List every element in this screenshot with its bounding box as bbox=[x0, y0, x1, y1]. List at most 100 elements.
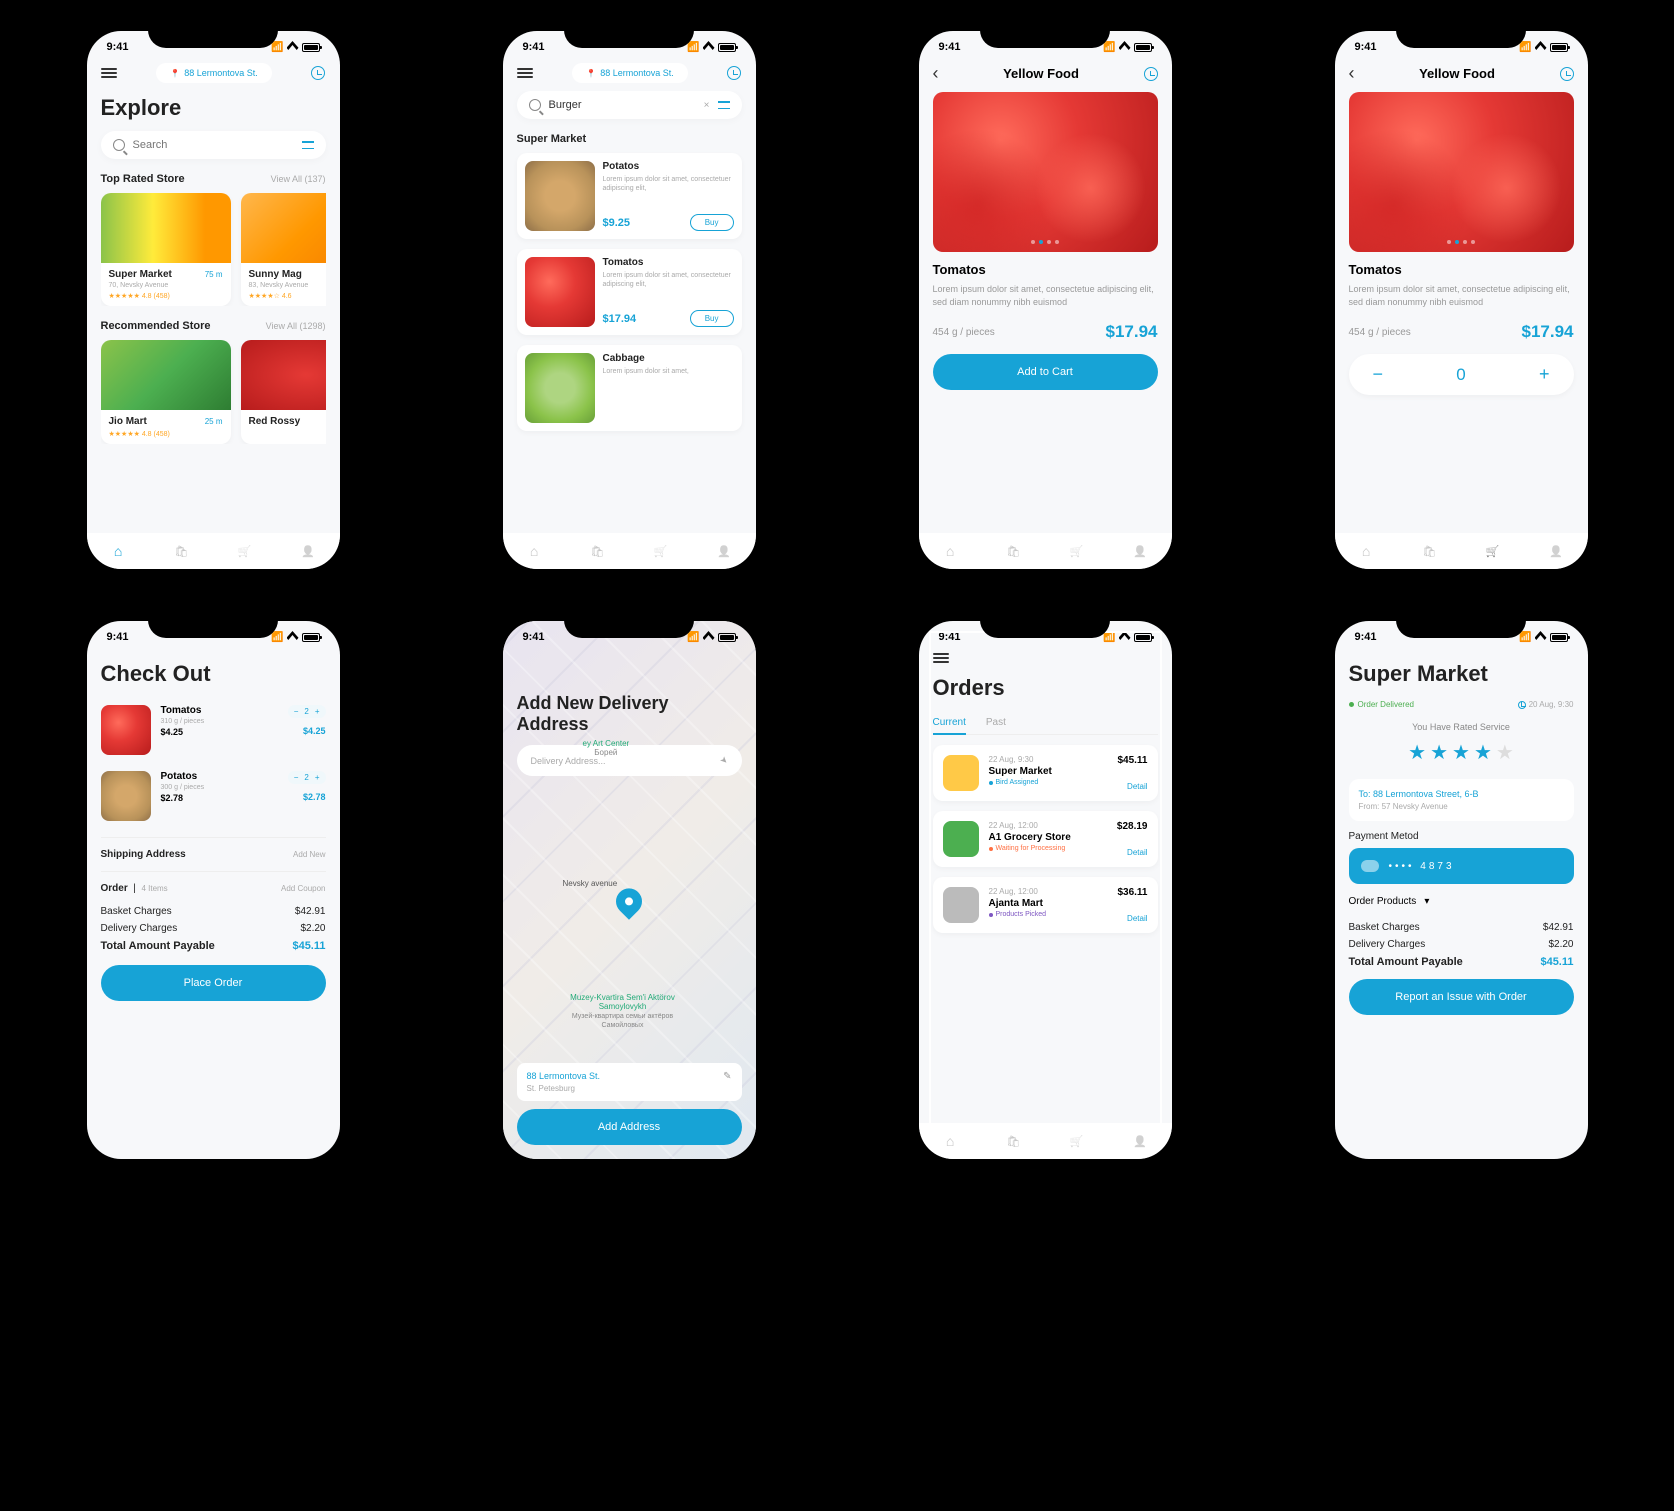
nav-cart-icon[interactable] bbox=[653, 543, 669, 559]
store-name: Red Rossy bbox=[249, 416, 301, 427]
qty-minus-icon[interactable]: − bbox=[294, 773, 299, 782]
back-icon[interactable]: ‹ bbox=[1349, 63, 1355, 84]
nav-user-icon[interactable] bbox=[716, 543, 732, 559]
store-card[interactable]: Sunny Mag 83, Nevsky Avenue ★★★★☆ 4.6 bbox=[241, 193, 326, 306]
nav-bag-icon[interactable] bbox=[1421, 543, 1437, 559]
history-icon[interactable] bbox=[727, 66, 741, 80]
battery-icon bbox=[302, 633, 320, 642]
place-order-button[interactable]: Place Order bbox=[101, 965, 326, 1001]
address-pill[interactable]: 88 Lermontova St. bbox=[572, 63, 688, 83]
statusbar: 9:41 bbox=[87, 31, 340, 59]
nav-cart-icon[interactable] bbox=[1069, 543, 1085, 559]
map-pin-icon[interactable] bbox=[611, 883, 648, 920]
payment-card[interactable]: •••• 4873 bbox=[1349, 848, 1574, 884]
statusbar: 9:41 bbox=[503, 31, 756, 59]
phone-order-detail: 9:41 Super Market Order Delivered 20 Aug… bbox=[1324, 610, 1599, 1170]
rating-stars[interactable]: ★ ★ ★ ★ ★ bbox=[1349, 740, 1574, 765]
filter-icon[interactable] bbox=[302, 140, 314, 150]
nav-bag-icon[interactable] bbox=[1005, 1133, 1021, 1149]
nav-cart-icon[interactable] bbox=[1485, 543, 1501, 559]
product-name: Tomatos bbox=[603, 257, 734, 268]
addr-line: 88 Lermontova St. bbox=[527, 1071, 601, 1082]
qty-plus-button[interactable]: + bbox=[1539, 364, 1550, 385]
order-products-toggle[interactable]: Order Products ▾ bbox=[1349, 896, 1574, 907]
add-new-address[interactable]: Add New bbox=[293, 850, 325, 859]
filter-icon[interactable] bbox=[718, 100, 730, 110]
search-input[interactable] bbox=[549, 99, 696, 111]
report-issue-button[interactable]: Report an Issue with Order bbox=[1349, 979, 1574, 1015]
nav-user-icon[interactable] bbox=[1132, 1133, 1148, 1149]
add-coupon[interactable]: Add Coupon bbox=[281, 884, 325, 893]
menu-icon[interactable] bbox=[101, 68, 117, 78]
product-weight: 454 g / pieces bbox=[1349, 327, 1411, 338]
nav-bag-icon[interactable] bbox=[173, 543, 189, 559]
nav-cart-icon[interactable] bbox=[237, 543, 253, 559]
nav-user-icon[interactable] bbox=[300, 543, 316, 559]
product-card[interactable]: Potatos Lorem ipsum dolor sit amet, cons… bbox=[517, 153, 742, 239]
product-hero-image[interactable] bbox=[933, 92, 1158, 252]
product-card[interactable]: Cabbage Lorem ipsum dolor sit amet, bbox=[517, 345, 742, 431]
edit-icon[interactable]: ✎ bbox=[723, 1071, 731, 1082]
nav-home-icon[interactable] bbox=[942, 1133, 958, 1149]
add-to-cart-button[interactable]: Add to Cart bbox=[933, 354, 1158, 390]
send-icon[interactable]: ➤ bbox=[717, 754, 730, 767]
clear-icon[interactable]: × bbox=[704, 100, 710, 111]
qty-stepper[interactable]: −2 + bbox=[288, 705, 326, 718]
order-card[interactable]: 22 Aug, 12:00 A1 Grocery Store Waiting f… bbox=[933, 811, 1158, 867]
buy-button[interactable]: Buy bbox=[690, 214, 734, 231]
add-address-button[interactable]: Add Address bbox=[517, 1109, 742, 1145]
status-time: 9:41 bbox=[107, 631, 129, 643]
product-hero-image[interactable] bbox=[1349, 92, 1574, 252]
nav-user-icon[interactable] bbox=[1132, 543, 1148, 559]
store-image bbox=[101, 340, 231, 410]
bottom-nav bbox=[919, 533, 1172, 569]
statusbar: 9:41 bbox=[87, 621, 340, 649]
menu-icon[interactable] bbox=[517, 68, 533, 78]
wifi-icon bbox=[287, 41, 299, 53]
buy-button[interactable]: Buy bbox=[690, 310, 734, 327]
search-bar[interactable] bbox=[101, 131, 326, 159]
total-label: Total Amount Payable bbox=[1349, 956, 1463, 968]
delivery-label: Delivery Charges bbox=[101, 923, 178, 934]
store-card[interactable]: Jio Mart25 m ★★★★★ 4.8 (458) bbox=[101, 340, 231, 444]
qty-plus-icon[interactable]: + bbox=[315, 707, 320, 716]
star-icon[interactable]: ★ bbox=[1408, 740, 1426, 765]
qty-val: 2 bbox=[304, 707, 308, 716]
store-card[interactable]: Super Market75 m 70, Nevsky Avenue ★★★★★… bbox=[101, 193, 231, 306]
nav-bag-icon[interactable] bbox=[1005, 543, 1021, 559]
store-card[interactable]: Red Rossy bbox=[241, 340, 326, 444]
address-card[interactable]: 88 Lermontova St.✎ St. Petesburg bbox=[517, 1063, 742, 1101]
view-all-top[interactable]: View All (137) bbox=[271, 174, 326, 184]
qty-minus-icon[interactable]: − bbox=[294, 707, 299, 716]
history-icon[interactable] bbox=[1560, 67, 1574, 81]
nav-user-icon[interactable] bbox=[1548, 543, 1564, 559]
nav-home-icon[interactable] bbox=[942, 543, 958, 559]
address-pill[interactable]: 88 Lermontova St. bbox=[156, 63, 272, 83]
star-icon[interactable]: ★ bbox=[1430, 740, 1448, 765]
basket-label: Basket Charges bbox=[1349, 922, 1420, 933]
nav-home-icon[interactable] bbox=[110, 543, 126, 559]
nav-home-icon[interactable] bbox=[1358, 543, 1374, 559]
history-icon[interactable] bbox=[1144, 67, 1158, 81]
product-image bbox=[525, 353, 595, 423]
nav-bag-icon[interactable] bbox=[589, 543, 605, 559]
item-price: $2.78 bbox=[161, 793, 278, 803]
quantity-stepper: − 0 + bbox=[1349, 354, 1574, 395]
qty-minus-button[interactable]: − bbox=[1373, 364, 1384, 385]
search-bar[interactable]: × bbox=[517, 91, 742, 119]
qty-stepper[interactable]: −2+ bbox=[288, 771, 326, 784]
nav-cart-icon[interactable] bbox=[1069, 1133, 1085, 1149]
star-icon[interactable]: ★ bbox=[1474, 740, 1492, 765]
view-all-rec[interactable]: View All (1298) bbox=[266, 321, 326, 331]
product-card[interactable]: Tomatos Lorem ipsum dolor sit amet, cons… bbox=[517, 249, 742, 335]
page-title: Explore bbox=[101, 95, 326, 121]
star-icon[interactable]: ★ bbox=[1496, 740, 1514, 765]
qty-plus-icon[interactable]: + bbox=[315, 773, 320, 782]
product-image bbox=[525, 257, 595, 327]
history-icon[interactable] bbox=[311, 66, 325, 80]
search-input[interactable] bbox=[133, 139, 294, 151]
star-icon[interactable]: ★ bbox=[1452, 740, 1470, 765]
back-icon[interactable]: ‹ bbox=[933, 63, 939, 84]
product-price: $9.25 bbox=[603, 217, 631, 229]
nav-home-icon[interactable] bbox=[526, 543, 542, 559]
